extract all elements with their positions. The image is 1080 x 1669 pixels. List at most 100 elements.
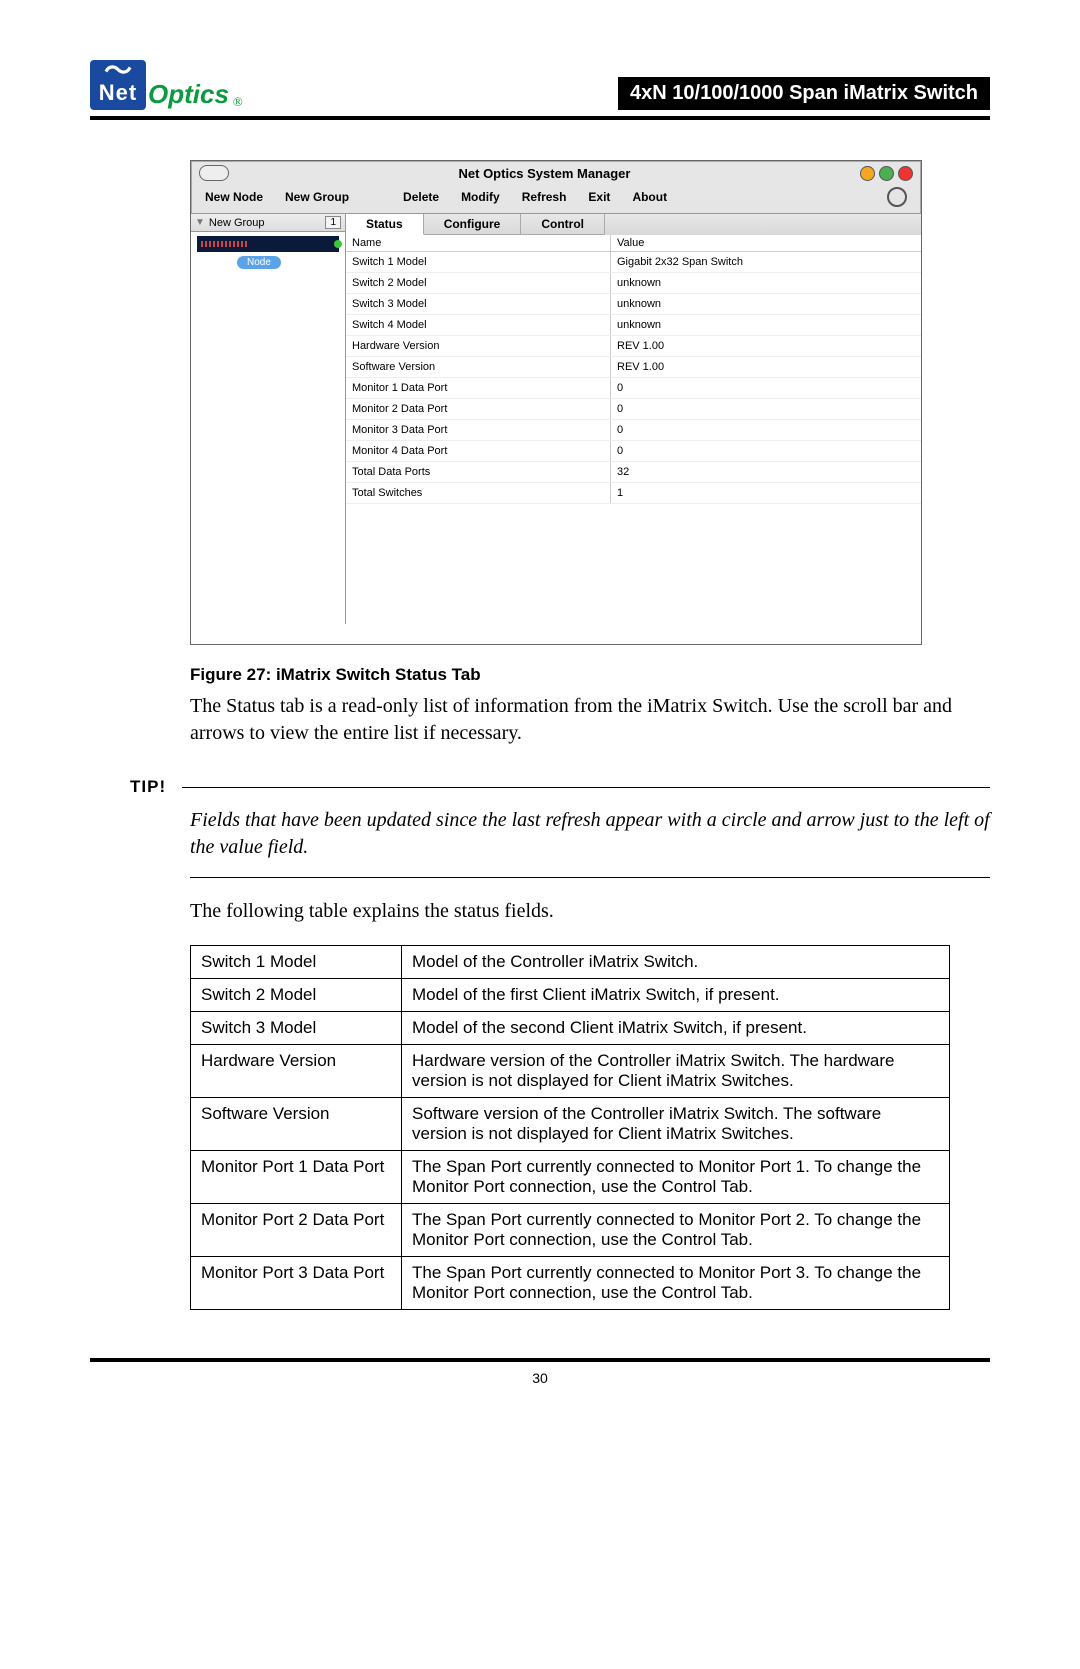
status-table: Name Value Switch 1 ModelGigabit 2x32 Sp… xyxy=(346,235,921,504)
paragraph-2: The following table explains the status … xyxy=(190,898,990,925)
status-name: Switch 4 Model xyxy=(346,315,611,336)
status-value: 0 xyxy=(611,378,922,399)
tip-header: TIP! xyxy=(130,777,990,797)
table-row: Total Data Ports32 xyxy=(346,462,921,483)
status-name: Monitor 1 Data Port xyxy=(346,378,611,399)
close-icon[interactable] xyxy=(898,166,913,181)
tilde-icon: 〜 xyxy=(104,64,132,78)
status-name: Monitor 4 Data Port xyxy=(346,441,611,462)
field-desc: The Span Port currently connected to Mon… xyxy=(402,1204,950,1257)
status-name: Hardware Version xyxy=(346,336,611,357)
content-pane: Status Configure Control Name Value Swit… xyxy=(346,213,921,644)
status-value: Gigabit 2x32 Span Switch xyxy=(611,252,922,273)
status-name: Total Switches xyxy=(346,483,611,504)
status-value: 0 xyxy=(611,420,922,441)
doc-title-bar: 4xN 10/100/1000 Span iMatrix Switch xyxy=(618,77,990,110)
collapse-triangle-icon[interactable]: ▼ xyxy=(195,217,205,228)
app-window: Net Optics System Manager New Node New G… xyxy=(190,160,922,645)
field-name: Switch 2 Model xyxy=(191,979,402,1012)
logo-net-text: Net xyxy=(99,80,137,106)
table-row: Switch 2 Modelunknown xyxy=(346,273,921,294)
table-row: Software VersionREV 1.00 xyxy=(346,357,921,378)
tree-group-header[interactable]: ▼ New Group 1 xyxy=(191,214,345,232)
field-name: Monitor Port 1 Data Port xyxy=(191,1151,402,1204)
footer-rule xyxy=(90,1358,990,1362)
status-name: Switch 1 Model xyxy=(346,252,611,273)
status-name: Monitor 3 Data Port xyxy=(346,420,611,441)
tip-end-rule xyxy=(190,877,990,878)
tree-node[interactable]: Node xyxy=(237,256,281,269)
table-row: Switch 1 ModelGigabit 2x32 Span Switch xyxy=(346,252,921,273)
field-desc: The Span Port currently connected to Mon… xyxy=(402,1257,950,1310)
logo: 〜 Net Optics® xyxy=(90,60,243,110)
tree-count: 1 xyxy=(325,216,341,229)
tab-status[interactable]: Status xyxy=(346,214,424,235)
maximize-icon[interactable] xyxy=(879,166,894,181)
status-value: REV 1.00 xyxy=(611,336,922,357)
minimize-icon[interactable] xyxy=(860,166,875,181)
tab-row: Status Configure Control xyxy=(346,214,921,235)
table-row: Hardware VersionREV 1.00 xyxy=(346,336,921,357)
table-row: Total Switches1 xyxy=(346,483,921,504)
col-header-name: Name xyxy=(346,235,611,252)
table-row: Switch 3 ModelModel of the second Client… xyxy=(191,1012,950,1045)
field-desc: Model of the second Client iMatrix Switc… xyxy=(402,1012,950,1045)
field-name: Switch 1 Model xyxy=(191,946,402,979)
tip-text: Fields that have been updated since the … xyxy=(190,807,990,861)
field-desc: Model of the first Client iMatrix Switch… xyxy=(402,979,950,1012)
logo-square-icon: 〜 Net xyxy=(90,60,146,110)
menu-modify[interactable]: Modify xyxy=(461,190,500,204)
window-controls xyxy=(860,166,913,181)
menu-new-node[interactable]: New Node xyxy=(205,190,263,204)
table-row: Monitor 2 Data Port0 xyxy=(346,399,921,420)
table-row: Monitor 4 Data Port0 xyxy=(346,441,921,462)
field-desc: The Span Port currently connected to Mon… xyxy=(402,1151,950,1204)
status-value: unknown xyxy=(611,315,922,336)
table-row: Software VersionSoftware version of the … xyxy=(191,1098,950,1151)
field-desc: Model of the Controller iMatrix Switch. xyxy=(402,946,950,979)
table-row: Switch 2 ModelModel of the first Client … xyxy=(191,979,950,1012)
device-icon[interactable] xyxy=(197,236,339,252)
page-number: 30 xyxy=(90,1370,990,1386)
table-row: Switch 3 Modelunknown xyxy=(346,294,921,315)
status-value: 1 xyxy=(611,483,922,504)
logo-optics-text: Optics xyxy=(148,79,229,110)
menu-about[interactable]: About xyxy=(632,190,667,204)
menu-exit[interactable]: Exit xyxy=(588,190,610,204)
menu-bar: New Node New Group Delete Modify Refresh… xyxy=(191,181,921,213)
menu-refresh[interactable]: Refresh xyxy=(522,190,567,204)
menu-delete[interactable]: Delete xyxy=(403,190,439,204)
status-name: Total Data Ports xyxy=(346,462,611,483)
table-row: Monitor 1 Data Port0 xyxy=(346,378,921,399)
tree-group-label: New Group xyxy=(209,217,265,229)
header-rule xyxy=(90,116,990,120)
status-name: Software Version xyxy=(346,357,611,378)
status-value: unknown xyxy=(611,273,922,294)
status-name: Switch 2 Model xyxy=(346,273,611,294)
fields-table: Switch 1 ModelModel of the Controller iM… xyxy=(190,945,950,1310)
menu-new-group[interactable]: New Group xyxy=(285,190,349,204)
paragraph-1: The Status tab is a read-only list of in… xyxy=(190,693,990,747)
col-header-value: Value xyxy=(611,235,922,252)
tree-pane: ▼ New Group 1 Node xyxy=(191,213,346,624)
field-desc: Software version of the Controller iMatr… xyxy=(402,1098,950,1151)
field-name: Software Version xyxy=(191,1098,402,1151)
figure-caption: Figure 27: iMatrix Switch Status Tab xyxy=(190,665,990,685)
status-value: 32 xyxy=(611,462,922,483)
table-row: Switch 1 ModelModel of the Controller iM… xyxy=(191,946,950,979)
field-name: Monitor Port 2 Data Port xyxy=(191,1204,402,1257)
gear-icon[interactable] xyxy=(887,187,907,207)
status-value: unknown xyxy=(611,294,922,315)
tip-rule xyxy=(182,787,990,788)
page-footer: 30 xyxy=(90,1358,990,1386)
table-row: Monitor Port 3 Data PortThe Span Port cu… xyxy=(191,1257,950,1310)
table-row: Monitor Port 2 Data PortThe Span Port cu… xyxy=(191,1204,950,1257)
tab-control[interactable]: Control xyxy=(521,214,605,235)
tab-configure[interactable]: Configure xyxy=(424,214,522,235)
table-row: Switch 4 Modelunknown xyxy=(346,315,921,336)
table-row: Monitor 3 Data Port0 xyxy=(346,420,921,441)
status-name: Monitor 2 Data Port xyxy=(346,399,611,420)
field-name: Monitor Port 3 Data Port xyxy=(191,1257,402,1310)
window-handle-icon[interactable] xyxy=(199,165,229,181)
table-row: Hardware VersionHardware version of the … xyxy=(191,1045,950,1098)
